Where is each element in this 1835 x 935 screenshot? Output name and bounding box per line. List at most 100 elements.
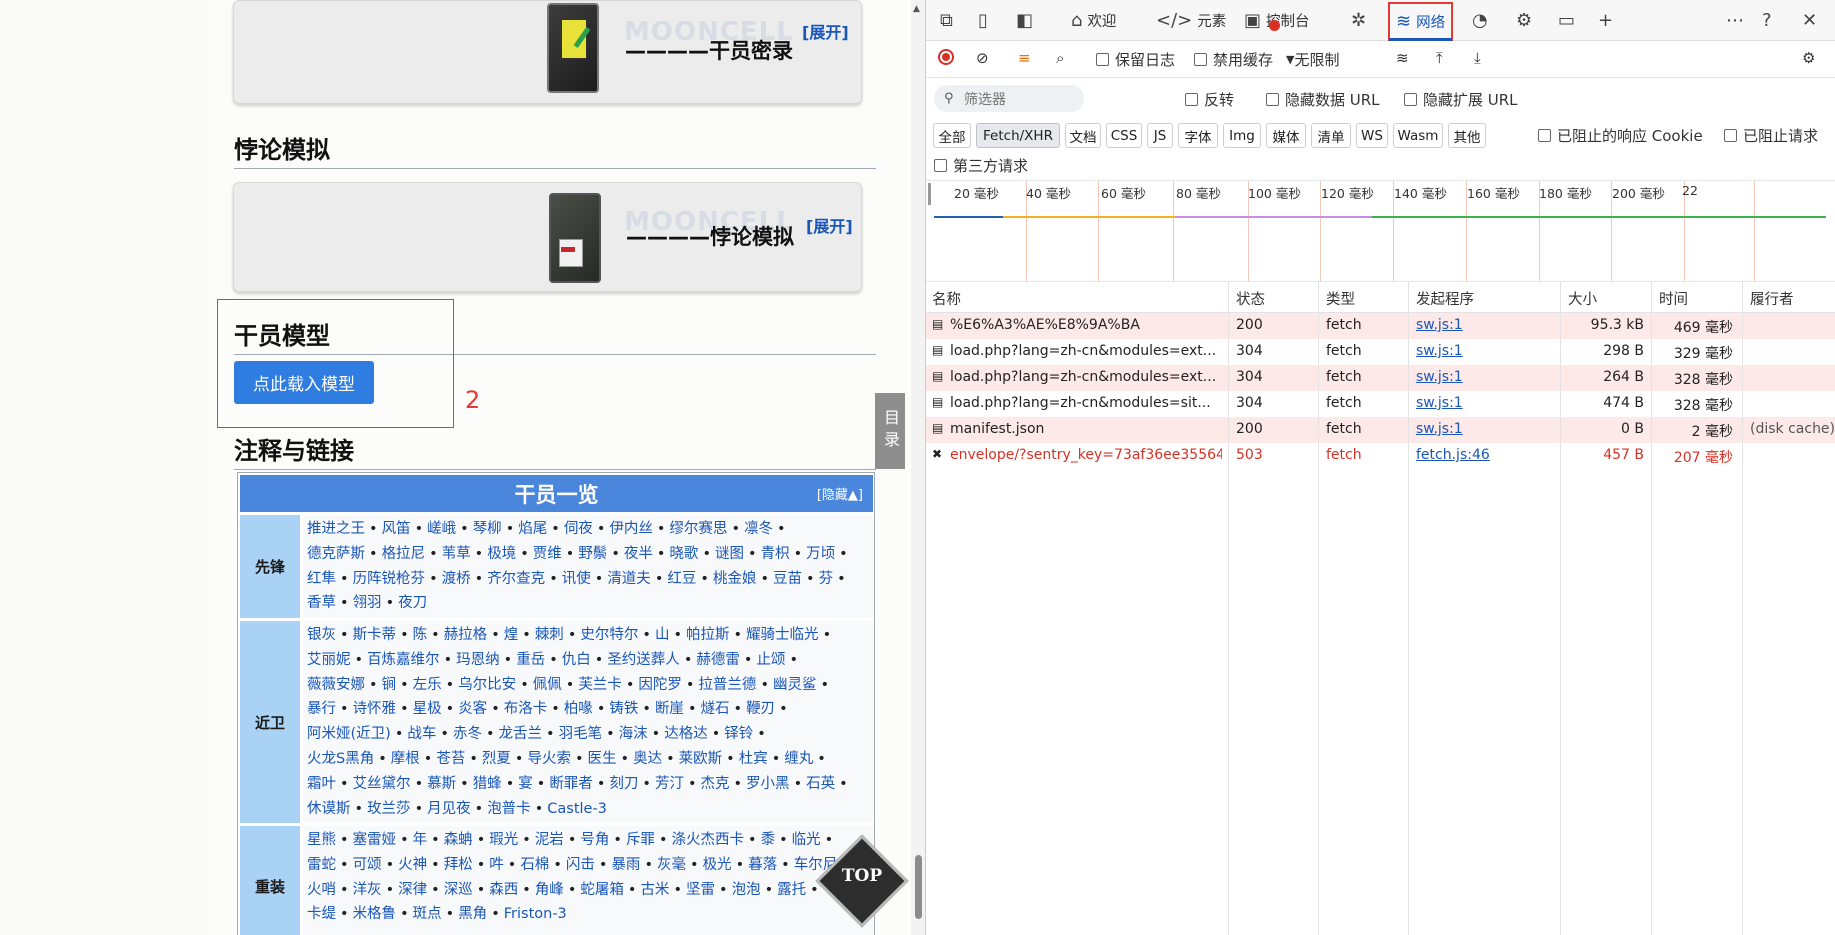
operator-link[interactable]: 薇薇安娜 — [307, 677, 365, 693]
operator-link[interactable]: 谜图 — [715, 546, 744, 562]
add-tab-button[interactable]: + — [1598, 0, 1618, 40]
request-row[interactable]: ▤ load.php?lang=zh-cn&modules=ext... 304 fe… — [926, 365, 1835, 391]
operator-link[interactable]: 宴 — [518, 776, 533, 792]
operator-link[interactable]: 万顷 — [806, 546, 835, 562]
operator-link[interactable]: 猎蜂 — [473, 776, 502, 792]
operator-link[interactable]: 断罪者 — [549, 776, 593, 792]
operator-link[interactable]: 暮落 — [748, 857, 777, 873]
type-chip[interactable]: 清单 — [1311, 123, 1351, 148]
operator-link[interactable]: Castle-3 — [547, 801, 607, 817]
operator-link[interactable]: 黍 — [761, 832, 776, 848]
cell-initiator[interactable]: sw.js:1 — [1416, 395, 1546, 411]
operator-link[interactable]: 布洛卡 — [504, 701, 548, 717]
operator-link[interactable]: 圣约送葬人 — [607, 652, 680, 668]
operator-link[interactable]: 可颂 — [353, 857, 382, 873]
operator-link[interactable]: 深巡 — [444, 882, 473, 898]
operator-link[interactable]: 棘刺 — [535, 627, 564, 643]
tab-elements[interactable]: </> 元素 — [1156, 0, 1226, 40]
export-har-button[interactable]: ⤓ — [1474, 49, 1481, 67]
operator-link[interactable]: 诗怀雅 — [353, 701, 397, 717]
type-chip[interactable]: CSS — [1106, 123, 1142, 148]
operator-link[interactable]: 德克萨斯 — [307, 546, 365, 562]
operator-link[interactable]: 讯使 — [562, 571, 591, 587]
column-header[interactable]: 状态 — [1236, 288, 1265, 309]
operator-link[interactable]: 黑角 — [458, 906, 487, 922]
operator-link[interactable]: 洋灰 — [353, 882, 382, 898]
operator-link[interactable]: 煌 — [504, 627, 519, 643]
more-menu-button[interactable]: ⋯ — [1726, 0, 1749, 40]
operator-link[interactable]: 玫兰莎 — [367, 801, 411, 817]
operator-link[interactable]: 奥达 — [633, 751, 662, 767]
operator-link[interactable]: 芳汀 — [655, 776, 684, 792]
network-settings-button[interactable]: ⚙ — [1802, 49, 1815, 67]
operator-link[interactable]: 涤火杰西卡 — [672, 832, 745, 848]
operator-link[interactable]: 蛇屠箱 — [580, 882, 624, 898]
operator-link[interactable]: 暴雨 — [611, 857, 640, 873]
cell-initiator[interactable]: sw.js:1 — [1416, 369, 1546, 385]
blocked-requests-checkbox[interactable]: 已阻止请求 — [1724, 125, 1818, 146]
operator-link[interactable]: 山 — [655, 627, 670, 643]
operator-link[interactable]: 赫德雷 — [696, 652, 740, 668]
operator-link[interactable]: 莱欧斯 — [679, 751, 723, 767]
operator-link[interactable]: 泡普卡 — [487, 801, 531, 817]
operator-link[interactable]: 赫拉格 — [444, 627, 488, 643]
operator-link[interactable]: 香草 — [307, 595, 336, 611]
operator-link[interactable]: 渡桥 — [442, 571, 471, 587]
operator-link[interactable]: 角峰 — [535, 882, 564, 898]
operator-link[interactable]: 玛恩纳 — [456, 652, 500, 668]
operator-link[interactable]: 左乐 — [413, 677, 442, 693]
type-chip[interactable]: 其他 — [1448, 123, 1486, 148]
operator-link[interactable]: 杰克 — [701, 776, 730, 792]
request-row[interactable]: ▤ %E6%A3%AE%E8%9A%BA 200 fetch sw.js:1 95.3 k… — [926, 313, 1835, 339]
request-row[interactable]: ✖ envelope/?sentry_key=73af36ee35564f... 5… — [926, 443, 1835, 469]
operator-link[interactable]: 因陀罗 — [638, 677, 682, 693]
operator-link[interactable]: 年 — [413, 832, 428, 848]
cell-initiator[interactable]: fetch.js:46 — [1416, 447, 1546, 463]
operator-link[interactable]: 推进之王 — [307, 521, 365, 537]
operator-link[interactable]: 伊内丝 — [609, 521, 653, 537]
operator-link[interactable]: 塞雷娅 — [353, 832, 397, 848]
type-chip[interactable]: 媒体 — [1266, 123, 1306, 148]
column-header[interactable]: 类型 — [1326, 288, 1355, 309]
tab-application[interactable]: ▭ — [1558, 0, 1580, 40]
operator-link[interactable]: 伺夜 — [564, 521, 593, 537]
search-button[interactable]: ⌕ — [1056, 49, 1064, 67]
operator-link[interactable]: 赤冬 — [453, 726, 482, 742]
operator-link[interactable]: 夜半 — [624, 546, 653, 562]
operator-link[interactable]: 焰尾 — [518, 521, 547, 537]
operator-link[interactable]: 龙舌兰 — [499, 726, 543, 742]
operator-link[interactable]: 百炼嘉维尔 — [367, 652, 440, 668]
cell-initiator[interactable]: sw.js:1 — [1416, 317, 1546, 333]
cell-initiator[interactable]: sw.js:1 — [1416, 343, 1546, 359]
type-chip[interactable]: Fetch/XHR — [976, 123, 1060, 148]
operator-link[interactable]: 苇草 — [442, 546, 471, 562]
help-button[interactable]: ? — [1762, 0, 1777, 40]
blocked-cookies-checkbox[interactable]: 已阻止的响应 Cookie — [1538, 125, 1703, 146]
operator-link[interactable]: 鞭刃 — [746, 701, 775, 717]
invert-checkbox[interactable]: 反转 — [1185, 89, 1234, 110]
operator-link[interactable]: 止颂 — [756, 652, 785, 668]
operator-link[interactable]: 红隼 — [307, 571, 336, 587]
operator-link[interactable]: 星熊 — [307, 832, 336, 848]
operator-link[interactable]: 铎铃 — [724, 726, 753, 742]
hide-extension-urls-checkbox[interactable]: 隐藏扩展 URL — [1404, 89, 1518, 110]
operator-link[interactable]: 泡泡 — [732, 882, 761, 898]
operator-link[interactable]: 泥岩 — [535, 832, 564, 848]
type-chip[interactable]: 全部 — [933, 123, 971, 148]
operator-link[interactable]: 导火索 — [527, 751, 571, 767]
clear-button[interactable]: ⊘ — [976, 49, 989, 67]
operator-link[interactable]: 清道夫 — [607, 571, 651, 587]
operator-link[interactable]: 史尔特尔 — [580, 627, 638, 643]
operator-link[interactable]: 炎客 — [458, 701, 487, 717]
type-chip[interactable]: WS — [1356, 123, 1388, 148]
operator-link[interactable]: 苍苔 — [436, 751, 465, 767]
column-header[interactable]: 发起程序 — [1416, 288, 1474, 309]
operator-link[interactable]: 重岳 — [516, 652, 545, 668]
operator-link[interactable]: 刻刀 — [609, 776, 638, 792]
operator-link[interactable]: 石英 — [806, 776, 835, 792]
operator-link[interactable]: 凛冬 — [744, 521, 773, 537]
timeline-handle[interactable] — [928, 183, 931, 205]
column-header[interactable]: 名称 — [932, 288, 961, 309]
third-party-checkbox[interactable]: 第三方请求 — [934, 155, 1028, 176]
operator-link[interactable]: 桃金娘 — [713, 571, 757, 587]
